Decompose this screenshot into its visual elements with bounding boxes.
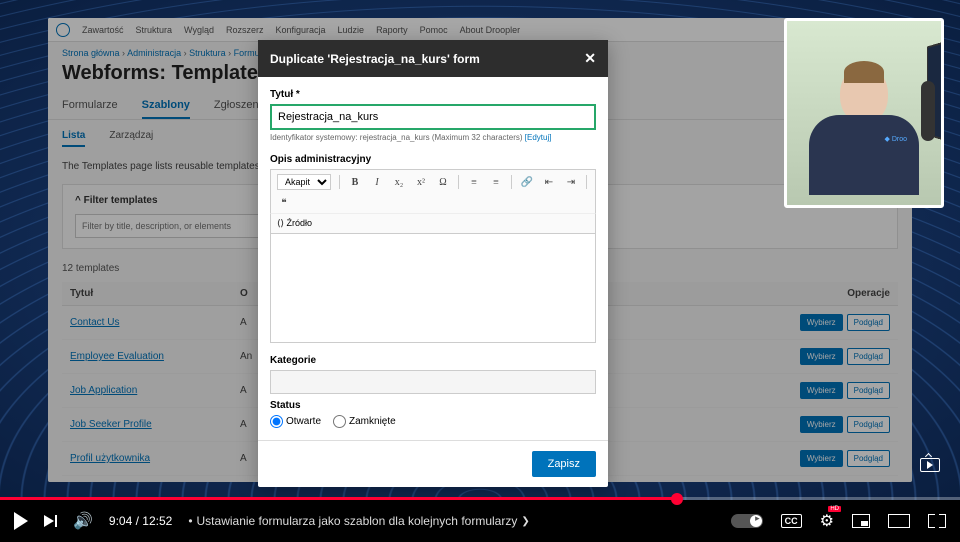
machine-name-hint: Identyfikator systemowy: rejestracja_na_… — [270, 133, 596, 142]
title-input[interactable] — [270, 104, 596, 130]
fullscreen-icon[interactable] — [928, 514, 946, 528]
admin-menu-item[interactable]: Ludzie — [338, 25, 365, 35]
select-button[interactable]: Wybierz — [800, 416, 843, 433]
breadcrumb-link[interactable]: Struktura — [189, 48, 226, 58]
autoplay-toggle[interactable] — [731, 514, 763, 528]
status-open-radio[interactable]: Otwarte — [270, 415, 321, 428]
close-icon[interactable]: ✕ — [584, 50, 596, 67]
row-title[interactable]: Employee Evaluation — [70, 351, 240, 362]
categories-input[interactable] — [270, 370, 596, 394]
select-button[interactable]: Wybierz — [800, 382, 843, 399]
status-closed-radio[interactable]: Zamknięte — [333, 415, 396, 428]
preview-button[interactable]: Podgląd — [847, 382, 890, 399]
italic-icon[interactable]: I — [370, 177, 384, 188]
title-label: Tytuł — [270, 89, 596, 100]
drupal-logo-icon — [56, 23, 70, 37]
filter-input[interactable] — [75, 214, 275, 238]
miniplayer-icon[interactable] — [852, 514, 870, 528]
admin-menu-item[interactable]: Konfiguracja — [275, 25, 325, 35]
indent-icon[interactable]: ⇤ — [542, 177, 556, 188]
breadcrumb-link[interactable]: Strona główna — [62, 48, 120, 58]
format-select[interactable]: Akapit — [277, 174, 331, 190]
duplicate-form-modal: Duplicate 'Rejestracja_na_kurs' form ✕ T… — [258, 40, 608, 487]
modal-title: Duplicate 'Rejestracja_na_kurs' form — [270, 52, 480, 66]
admin-menu-item[interactable]: Struktura — [136, 25, 173, 35]
bullet-list-icon[interactable]: ≡ — [467, 177, 481, 188]
chevron-right-icon: ❯ — [521, 516, 529, 527]
quote-icon[interactable]: ❝ — [277, 198, 291, 209]
select-button[interactable]: Wybierz — [800, 314, 843, 331]
row-title[interactable]: Profil użytkownika — [70, 453, 240, 464]
preview-button[interactable]: Podgląd — [847, 450, 890, 467]
player-controls: 🔊 9:04 / 12:52 • Ustawianie formularza j… — [0, 500, 960, 542]
tab-templates[interactable]: Szablony — [142, 93, 190, 119]
categories-label: Kategorie — [270, 355, 596, 366]
admin-menu-item[interactable]: Rozszerz — [226, 25, 264, 35]
omega-icon[interactable]: Ω — [436, 177, 450, 188]
source-toggle[interactable]: ⟨⟩ Źródło — [270, 213, 596, 233]
edit-link[interactable]: [Edytuj] — [525, 133, 552, 142]
preview-button[interactable]: Podgląd — [847, 416, 890, 433]
description-editor[interactable] — [270, 233, 596, 343]
number-list-icon[interactable]: ≡ — [489, 177, 503, 188]
editor-toolbar: Akapit B I x₂ x² Ω ≡ ≡ 🔗 ⇤ ⇥ ❝ — [270, 169, 596, 213]
admin-menu-item[interactable]: Raporty — [376, 25, 408, 35]
select-button[interactable]: Wybierz — [800, 348, 843, 365]
play-icon[interactable] — [14, 512, 28, 530]
microphone-icon — [921, 81, 935, 141]
bold-icon[interactable]: B — [348, 177, 362, 188]
status-label: Status — [270, 400, 596, 411]
watch-on-tv-icon[interactable] — [920, 458, 940, 472]
chapter-title[interactable]: • Ustawianie formularza jako szablon dla… — [188, 514, 529, 528]
subtab-list[interactable]: Lista — [62, 126, 85, 147]
hd-badge: HD — [828, 506, 841, 512]
settings-icon[interactable]: ⚙HD — [820, 511, 834, 531]
next-icon[interactable] — [44, 515, 57, 527]
subscript-icon[interactable]: x₂ — [392, 177, 406, 188]
subtab-manage[interactable]: Zarządzaj — [109, 126, 153, 147]
presenter-webcam: ◆ Droo — [784, 18, 944, 208]
save-button[interactable]: Zapisz — [532, 451, 596, 477]
admin-toolbar: Zawartość Struktura Wygląd Rozszerz Konf… — [48, 18, 912, 42]
breadcrumb-link[interactable]: Administracja — [127, 48, 181, 58]
col-ops: Operacje — [770, 288, 890, 299]
admin-menu-item[interactable]: About Droopler — [460, 25, 521, 35]
select-button[interactable]: Wybierz — [800, 450, 843, 467]
superscript-icon[interactable]: x² — [414, 177, 428, 188]
time-display: 9:04 / 12:52 — [109, 514, 172, 528]
theater-icon[interactable] — [888, 514, 910, 528]
col-title: Tytuł — [70, 288, 240, 299]
outdent-icon[interactable]: ⇥ — [564, 177, 578, 188]
tab-forms[interactable]: Formularze — [62, 93, 118, 119]
preview-button[interactable]: Podgląd — [847, 314, 890, 331]
admin-menu-item[interactable]: Pomoc — [420, 25, 448, 35]
preview-button[interactable]: Podgląd — [847, 348, 890, 365]
admin-menu-item[interactable]: Wygląd — [184, 25, 214, 35]
row-title[interactable]: Job Seeker Profile — [70, 419, 240, 430]
link-icon[interactable]: 🔗 — [520, 177, 534, 188]
description-label: Opis administracyjny — [270, 154, 596, 165]
row-title[interactable]: Job Application — [70, 385, 240, 396]
row-title[interactable]: Contact Us — [70, 317, 240, 328]
volume-icon[interactable]: 🔊 — [73, 511, 93, 531]
admin-menu-item[interactable]: Zawartość — [82, 25, 124, 35]
captions-icon[interactable]: CC — [781, 514, 802, 528]
